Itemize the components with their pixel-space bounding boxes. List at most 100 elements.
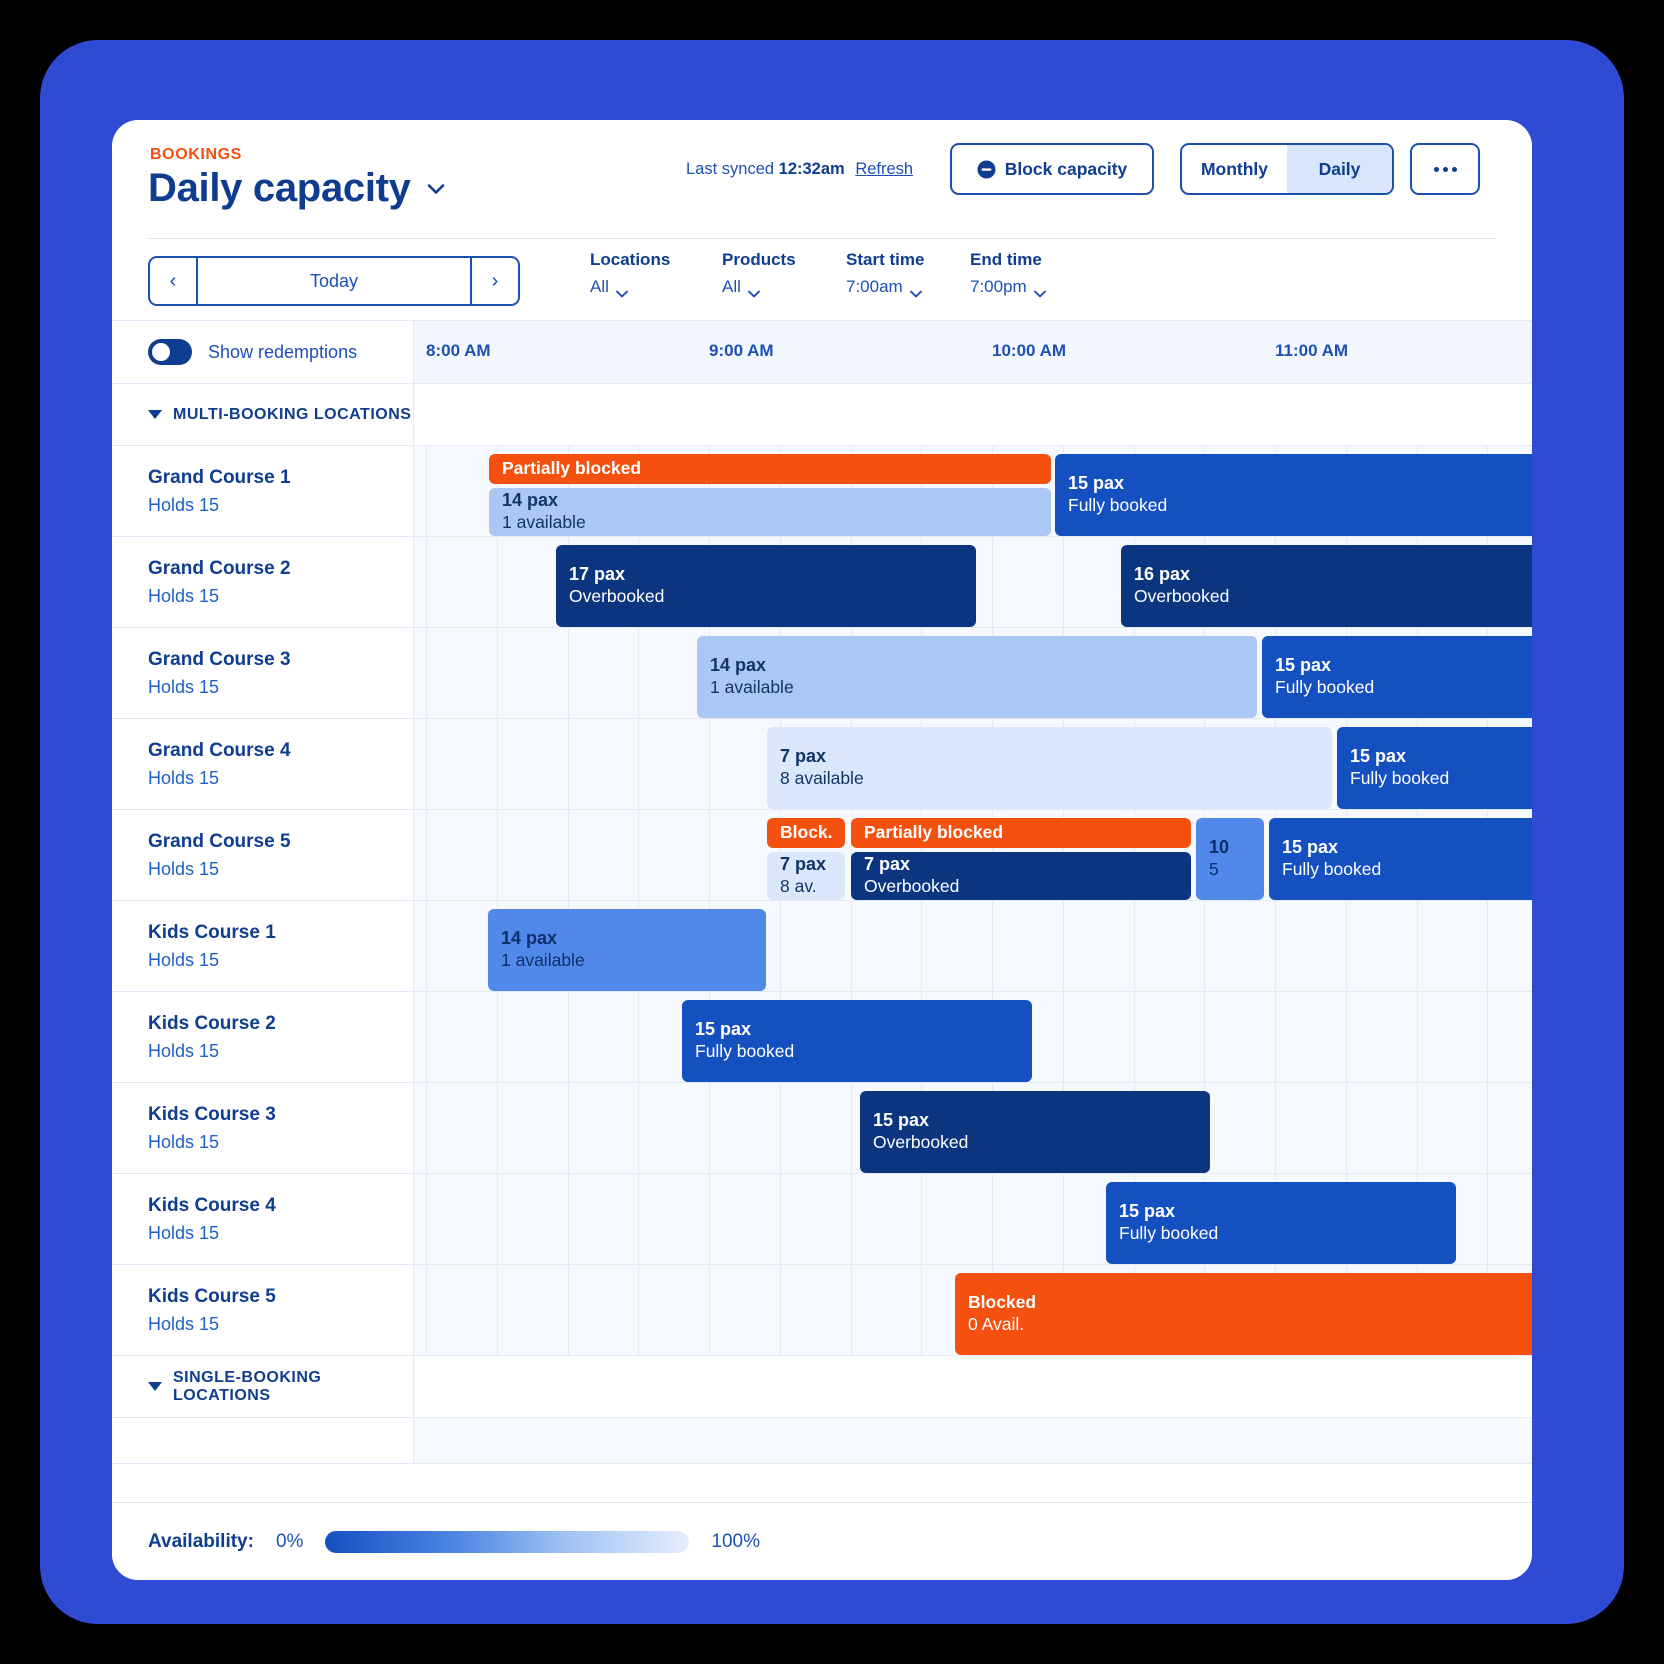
- capacity-block[interactable]: 15 pax Fully booked: [1262, 636, 1532, 718]
- grid-line: [1275, 901, 1276, 991]
- filter-start-time-label: Start time: [846, 250, 925, 269]
- grid-line: [496, 810, 498, 900]
- grid-line: [921, 1174, 923, 1264]
- grid-line: [1204, 992, 1206, 1082]
- grid-line: [921, 901, 923, 991]
- grid-line: [1416, 901, 1418, 991]
- capacity-block[interactable]: 14 pax 1 available: [697, 636, 1257, 718]
- row-name-cell: Kids Course 5 Holds 15: [112, 1265, 414, 1355]
- grid-line: [1487, 1174, 1489, 1264]
- capacity-block[interactable]: 10 5: [1196, 818, 1264, 900]
- capacity-block[interactable]: 16 pax Overbooked: [1121, 545, 1532, 627]
- capacity-block[interactable]: 15 pax Fully booked: [1106, 1182, 1456, 1264]
- capacity-block[interactable]: 17 pax Overbooked: [556, 545, 976, 627]
- grid-line: [1204, 901, 1206, 991]
- capacity-block[interactable]: Partially blocked: [489, 454, 1051, 484]
- block-capacity-button[interactable]: Block capacity: [950, 143, 1154, 195]
- capacity-block[interactable]: 15 pax Fully booked: [682, 1000, 1032, 1082]
- table-row: 15 pax Overbooked Kids Course 3 Holds 15: [112, 1083, 1532, 1174]
- grid-line: [1062, 992, 1064, 1082]
- tab-monthly[interactable]: Monthly: [1182, 145, 1287, 193]
- grid-line: [638, 1174, 640, 1264]
- row-name-cell: Kids Course 1 Holds 15: [112, 901, 414, 991]
- today-button[interactable]: Today: [198, 258, 470, 304]
- hour-label: 8:00 AM: [426, 341, 491, 360]
- triangle-down-icon[interactable]: [148, 410, 162, 419]
- capacity-block-primary: Blocked: [968, 1292, 1037, 1313]
- group-header-single-booking[interactable]: SINGLE-BOOKING LOCATIONS: [112, 1356, 1532, 1418]
- capacity-timeline: Show redemptions 8:00 AM 9:00 AM 10:00 AM 1…: [112, 320, 1532, 1464]
- capacity-block-secondary: Overbooked: [873, 1132, 969, 1153]
- prev-day-button[interactable]: ‹: [150, 258, 198, 304]
- grid-line: [567, 719, 569, 809]
- table-row: 7 pax 8 available 15 pax Fully booked Grand …: [112, 719, 1532, 810]
- show-redemptions-label: Show redemptions: [208, 341, 358, 362]
- filter-products-label: Products: [722, 250, 796, 269]
- row-track: Blocked 0 Avail.: [414, 1265, 1532, 1355]
- grid-line: [496, 719, 498, 809]
- filter-start-time: Start time 7:00am: [846, 250, 925, 298]
- grid-line: [992, 1174, 993, 1264]
- group-label: SINGLE-BOOKING LOCATIONS: [173, 1368, 322, 1404]
- capacity-block-primary: 15 pax: [1119, 1201, 1176, 1222]
- row-track: Partially blocked 14 pax 1 available 15 pax…: [414, 446, 1532, 536]
- next-day-button[interactable]: ›: [470, 258, 518, 304]
- availability-label: Availability:: [148, 1530, 254, 1552]
- location-capacity: Holds 15: [148, 494, 220, 515]
- chevron-down-icon[interactable]: [425, 178, 447, 200]
- filter-products-select[interactable]: All: [722, 277, 796, 298]
- grid-line: [709, 1083, 710, 1173]
- capacity-block[interactable]: 14 pax 1 available: [488, 909, 766, 991]
- row-name-cell: Grand Course 1 Holds 15: [112, 446, 414, 536]
- capacity-block-primary: 14 pax: [501, 928, 558, 949]
- grid-line: [426, 1174, 427, 1264]
- filter-start-time-select[interactable]: 7:00am: [846, 277, 924, 298]
- location-capacity: Holds 15: [148, 585, 220, 606]
- capacity-block[interactable]: 15 pax Fully booked: [1055, 454, 1532, 536]
- triangle-down-icon[interactable]: [148, 1382, 162, 1391]
- filter-bar: ‹ Today › Locations All Products All Sta…: [112, 238, 1532, 320]
- availability-max: 100%: [711, 1530, 761, 1552]
- capacity-block[interactable]: 15 pax Overbooked: [860, 1091, 1210, 1173]
- hour-label: 9:00 AM: [709, 341, 774, 360]
- refresh-link[interactable]: Refresh: [855, 160, 913, 178]
- row-track: 15 pax Fully booked: [414, 1174, 1532, 1264]
- filter-end-time-select[interactable]: 7:00pm: [970, 277, 1046, 298]
- capacity-block-primary: 14 pax: [710, 655, 767, 676]
- filter-locations-select[interactable]: All: [590, 277, 670, 298]
- grid-line: [426, 810, 427, 900]
- capacity-block-secondary: Fully booked: [1282, 859, 1382, 880]
- grid-line: [426, 537, 427, 627]
- tab-daily[interactable]: Daily: [1287, 145, 1392, 193]
- grid-line: [426, 992, 427, 1082]
- show-redemptions-toggle[interactable]: [148, 339, 192, 365]
- capacity-block[interactable]: 7 pax 8 available: [767, 727, 1332, 809]
- capacity-block-secondary: Fully booked: [1068, 495, 1168, 516]
- capacity-block-secondary: Overbooked: [1134, 586, 1230, 607]
- capacity-block[interactable]: Block.: [767, 818, 845, 848]
- capacity-block[interactable]: Partially blocked: [851, 818, 1191, 848]
- grid-line: [779, 1083, 781, 1173]
- capacity-block[interactable]: 15 pax Fully booked: [1269, 818, 1532, 900]
- capacity-block[interactable]: Blocked 0 Avail.: [955, 1273, 1532, 1355]
- timeline-header: Show redemptions 8:00 AM 9:00 AM 10:00 AM 1…: [112, 320, 1532, 384]
- grid-line: [567, 1265, 569, 1355]
- location-capacity: Holds 15: [148, 858, 220, 879]
- minus-circle-icon: [977, 160, 996, 179]
- row-track: 14 pax 1 available: [414, 901, 1532, 991]
- filter-end-time: End time 7:00pm: [970, 250, 1046, 298]
- capacity-block[interactable]: 7 pax Overbooked: [851, 852, 1191, 900]
- grid-line: [1345, 1083, 1347, 1173]
- more-options-button[interactable]: [1410, 143, 1480, 195]
- location-capacity: Holds 15: [148, 1222, 220, 1243]
- capacity-block[interactable]: 14 pax 1 available: [489, 488, 1051, 536]
- capacity-block-secondary: 8 av.: [780, 876, 817, 897]
- group-header-multi-booking[interactable]: MULTI-BOOKING LOCATIONS: [112, 384, 1532, 446]
- capacity-block-primary: 15 pax: [695, 1019, 752, 1040]
- hour-label: 11:00 AM: [1275, 341, 1349, 360]
- grid-line: [1416, 1083, 1418, 1173]
- capacity-block[interactable]: 7 pax 8 av.: [767, 852, 845, 900]
- page-title-row[interactable]: Daily capacity: [148, 166, 447, 211]
- capacity-block[interactable]: 15 pax Fully booked: [1337, 727, 1532, 809]
- grid-line: [1062, 901, 1064, 991]
